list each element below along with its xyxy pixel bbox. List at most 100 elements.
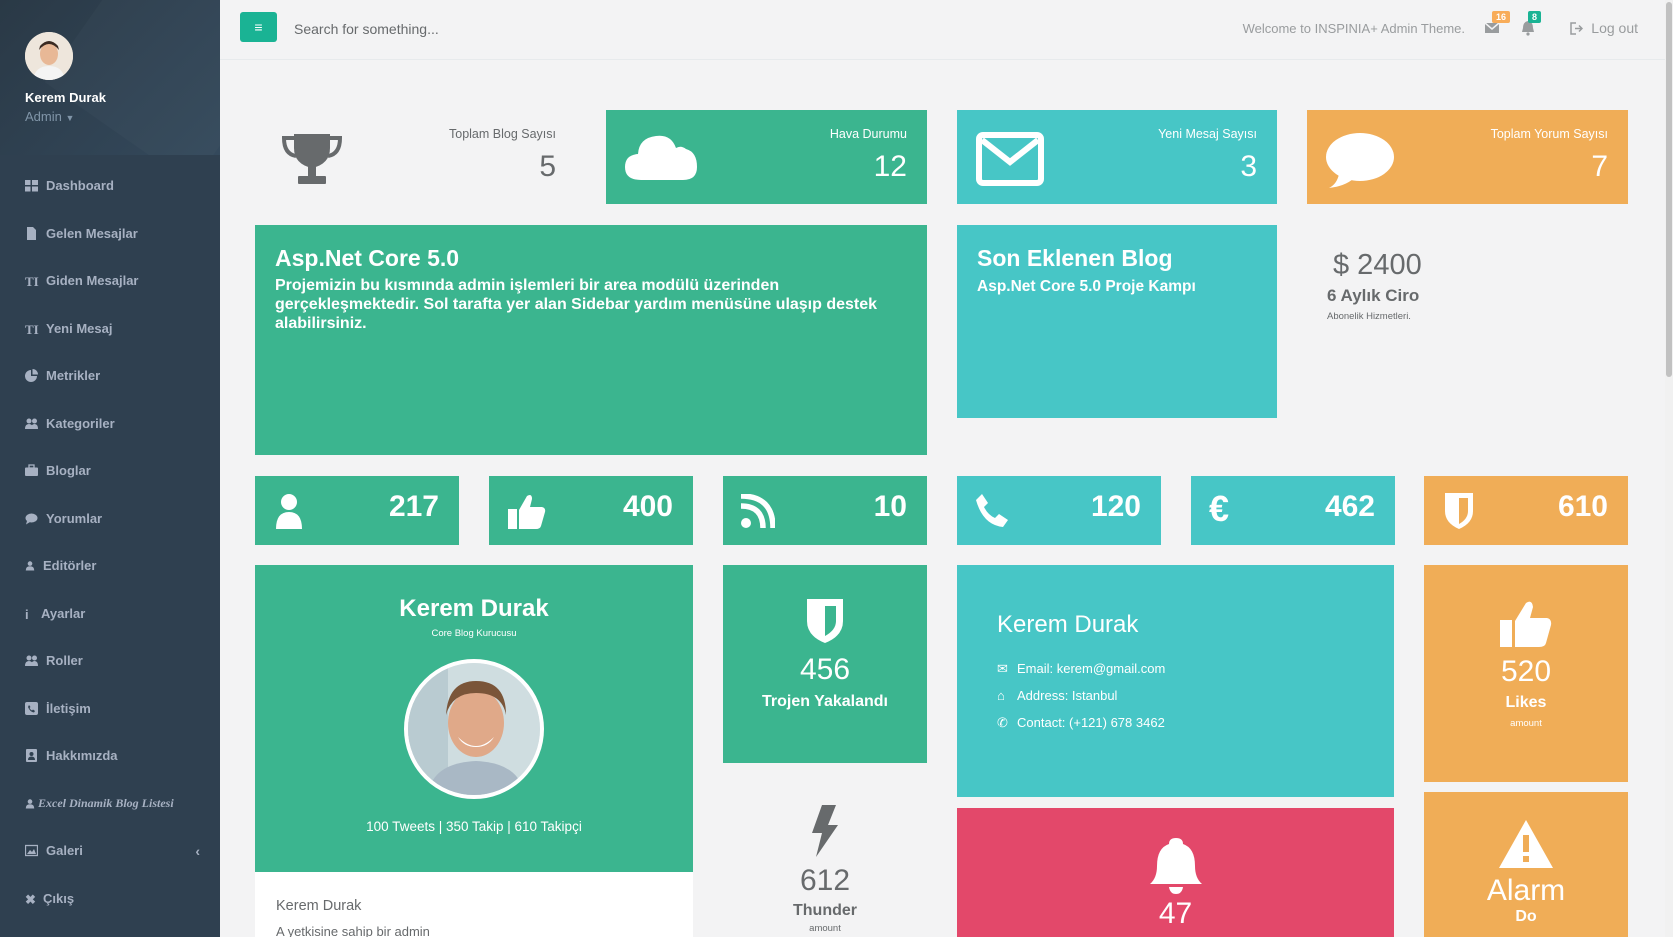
alert-value: 47 [1158,897,1193,930]
caret-down-icon: ▼ [65,113,75,123]
sidebar-item-metrikler[interactable]: Metrikler [0,352,220,400]
comment-icon [25,513,38,525]
sidebar-item-hakkimizda[interactable]: Hakkımızda [0,732,220,780]
euro-icon: € [1209,488,1230,529]
sidebar-item-label: Yeni Mesaj [46,320,113,336]
thunder-value: 612 [799,864,851,897]
stat-feeds: 10 [723,476,927,545]
sidebar-item-label: Ayarlar [41,605,86,621]
shield-icon [1445,493,1473,529]
alarm-sub: Do [1515,908,1537,925]
widget-label: Yeni Mesaj Sayısı [1158,127,1257,141]
dashboard-icon [25,180,38,192]
pie-chart-icon [25,369,38,383]
likes-value: 520 [1500,655,1552,688]
messages-dropdown[interactable]: 16 [1484,11,1511,38]
sidebar-item-label: Gelen Mesajlar [46,225,138,241]
revenue-sub: Abonelik Hizmetleri. [1327,311,1411,322]
widget-label: Toplam Yorum Sayısı [1490,127,1608,141]
rss-icon [741,494,775,528]
latest-blog-title: Son Eklenen Blog [977,245,1173,271]
address-book-icon [26,749,37,763]
revenue-widget: $ 2400 6 Aylık Ciro Abonelik Hizmetleri. [1307,225,1628,418]
sidebar-item-roller[interactable]: Roller [0,637,220,685]
sidebar-item-galeri[interactable]: Galeri ‹ [0,827,220,875]
welcome-message: Welcome to INSPINIA+ Admin Theme. [1242,21,1465,36]
text-height-icon: TI [25,274,39,290]
scrollbar-thumb[interactable] [1666,2,1672,377]
user-name: Kerem Durak [25,90,106,105]
latest-blog-panel: Son Eklenen Blog Asp.Net Core 5.0 Proje … [957,225,1277,418]
sidebar-item-kategoriler[interactable]: Kategoriler [0,400,220,448]
sidebar-item-iletisim[interactable]: İletişim [0,685,220,733]
trojan-value: 456 [799,653,851,686]
thumbs-up-icon [508,495,546,529]
stat-revenue: € 462 [1191,476,1395,545]
blog-count-widget: Toplam Blog Sayısı 5 [255,110,576,204]
home-icon: ⌂ [997,688,1005,703]
thunder-label: Thunder [793,902,857,919]
weather-widget: Hava Durumu 12 [606,110,927,204]
profile-card-stats: 100 Tweets | 350 Takip | 610 Takipçi [366,819,582,834]
menu-toggle-button[interactable]: ≡ [240,12,277,42]
profile-card-footer: Kerem Durak A yetkisine sahip bir admin [255,872,693,937]
widget-label: Hava Durumu [829,127,907,141]
sidebar-item-gelen-mesajlar[interactable]: Gelen Mesajlar [0,210,220,258]
sidebar-item-label: Editörler [43,558,97,574]
sidebar-item-yorumlar[interactable]: Yorumlar [0,495,220,543]
thunder-sub: amount [809,923,841,934]
briefcase-icon [25,464,38,477]
stat-shield: 610 [1424,476,1628,545]
sidebar: Kerem Durak Admin ▼ Dashboard Gelen Mesa… [0,0,220,937]
alarm-label: Alarm [1486,874,1566,907]
sidebar-item-giden-mesajlar[interactable]: TI Giden Mesajlar [0,257,220,305]
latest-blog-subtitle: Asp.Net Core 5.0 Proje Kampı [977,278,1196,295]
user-icon [25,561,35,571]
sidebar-item-label: Roller [46,653,83,669]
bolt-icon [812,805,838,857]
logout-link[interactable]: Log out [1570,20,1638,36]
widget-value: 5 [539,150,556,183]
user-role-dropdown[interactable]: Admin ▼ [25,109,220,124]
thunder-widget: 612 Thunder amount [723,790,927,937]
sidebar-item-ayarlar[interactable]: i Ayarlar [0,590,220,638]
widget-value: 12 [873,150,907,183]
messages-widget: Yeni Mesaj Sayısı 3 [957,110,1277,204]
sidebar-item-label: Galeri [46,843,83,859]
sidebar-item-cikis[interactable]: ✖ Çıkış [0,875,220,923]
contact-email: Email: kerem@gmail.com [1017,661,1166,676]
comment-icon [1326,133,1394,188]
stat-value: 610 [1557,490,1608,523]
sidebar-profile: Kerem Durak Admin ▼ [0,0,220,155]
sidebar-item-yeni-mesaj[interactable]: TI Yeni Mesaj [0,305,220,353]
phone-icon: ✆ [997,715,1008,730]
profile-footer-text: A yetkisine sahip bir admin [276,924,430,937]
sidebar-item-dashboard[interactable]: Dashboard [0,162,220,210]
sidebar-item-editorler[interactable]: Editörler [0,542,220,590]
cloud-icon [625,135,697,180]
search-input[interactable] [294,14,694,44]
user-icon [25,799,35,809]
sidebar-item-label: İletişim [46,700,91,716]
revenue-amount: $ 2400 [1333,249,1422,281]
envelope-icon [976,132,1044,186]
contact-phone: Contact: (+121) 678 3462 [1017,715,1165,730]
chevron-left-icon: ‹ [195,842,200,859]
avatar[interactable] [25,32,73,80]
top-navbar: ≡ Welcome to INSPINIA+ Admin Theme. 16 8… [220,0,1673,60]
sidebar-item-bloglar[interactable]: Bloglar [0,447,220,495]
users-icon [25,655,38,667]
envelope-icon: ✉ [997,661,1008,676]
info-icon: i [25,606,29,622]
alerts-dropdown[interactable]: 8 [1520,11,1542,38]
widget-value: 7 [1591,150,1608,183]
profile-card-role: Core Blog Kurucusu [431,628,517,639]
stat-calls: 120 [957,476,1161,545]
close-icon: ✖ [25,891,36,907]
profile-card: Kerem Durak Core Blog Kurucusu 100 Tweet… [255,565,693,872]
page-scrollbar[interactable] [1665,0,1673,937]
bell-icon [1149,838,1202,894]
trojan-widget: 456 Trojen Yakalandı [723,565,927,763]
messages-badge: 16 [1492,11,1511,23]
sidebar-item-excel[interactable]: Excel Dinamik Blog Listesi [0,780,220,828]
